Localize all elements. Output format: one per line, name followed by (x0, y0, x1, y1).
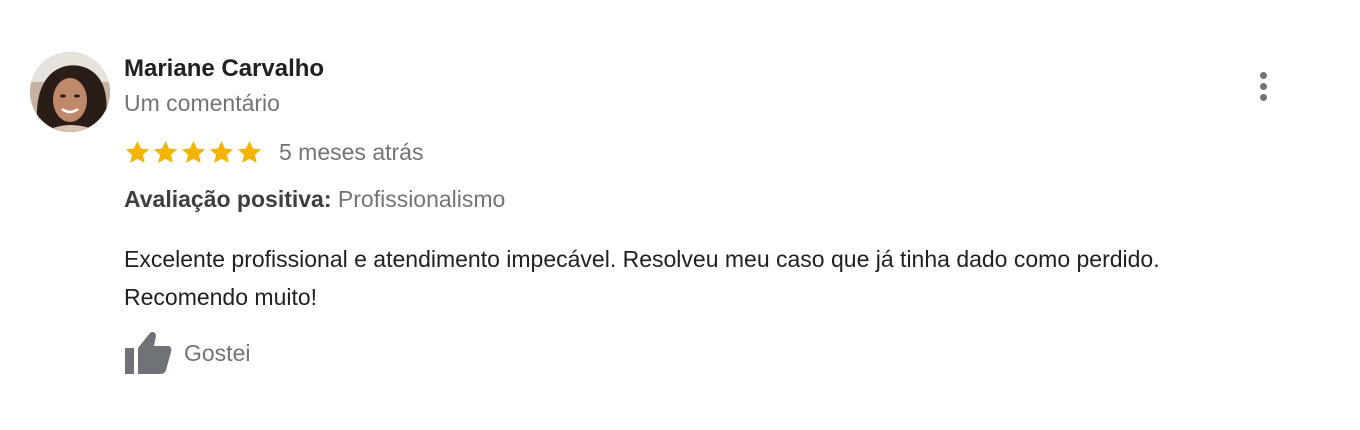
thumb-up-icon (125, 332, 172, 374)
star-rating (124, 139, 263, 166)
star-icon (181, 140, 206, 163)
review-text-line: Excelente profissional e atendimento imp… (124, 246, 1160, 272)
review-text: Excelente profissional e atendimento imp… (124, 240, 1324, 316)
star-icon (153, 140, 178, 163)
review-text-line: Recomendo muito! (124, 284, 318, 310)
positive-review-value: Profissionalismo (337, 186, 506, 212)
like-button[interactable]: Gostei (124, 330, 250, 376)
author-review-count: Um comentário (124, 90, 280, 116)
positive-review-highlight: Avaliação positiva: Profissionalismo (124, 184, 505, 214)
avatar[interactable] (30, 52, 110, 132)
star-icon (125, 140, 150, 163)
like-label: Gostei (184, 339, 251, 366)
star-icon (209, 140, 234, 163)
positive-review-label: Avaliação positiva: (124, 186, 332, 212)
avatar-photo (30, 52, 110, 132)
more-options-button[interactable] (1244, 66, 1284, 106)
review-date: 5 meses atrás (279, 139, 424, 165)
rating-row: 5 meses atrás (124, 136, 423, 168)
author-name[interactable]: Mariane Carvalho (124, 54, 324, 84)
star-icon (237, 140, 262, 163)
review-card: Mariane Carvalho Um comentário 5 meses a… (0, 0, 1360, 430)
